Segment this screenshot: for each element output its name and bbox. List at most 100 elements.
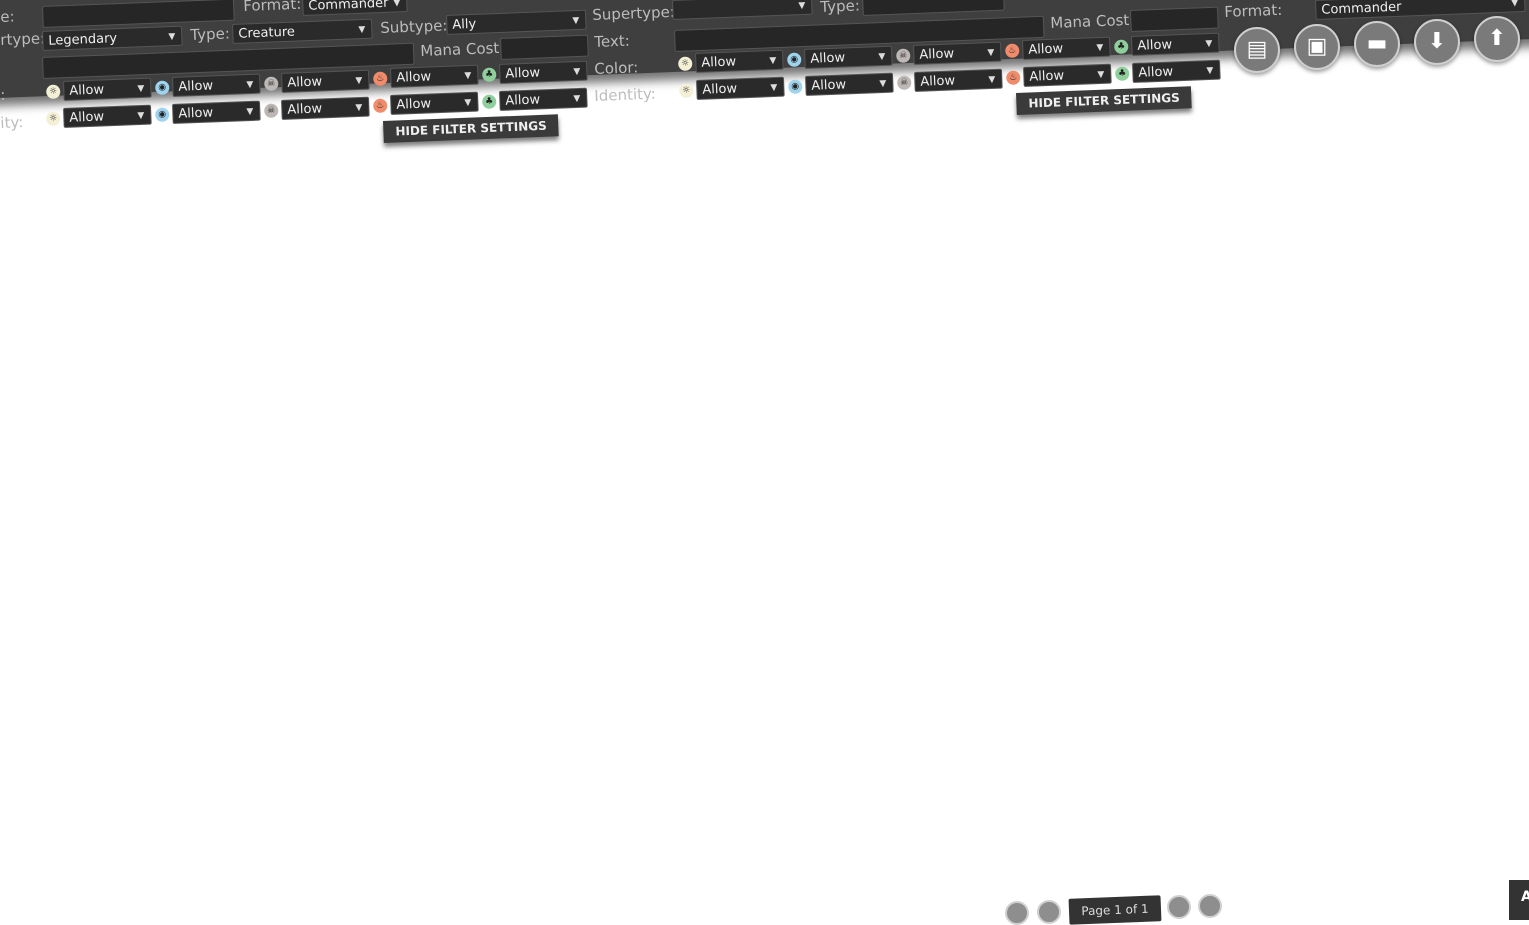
- chevron-down-icon: ▼: [879, 78, 887, 89]
- filter-select-value: Allow: [1029, 68, 1065, 86]
- blue-mana-filter-select[interactable]: Allow ▼: [804, 45, 893, 69]
- blue-mana-filter-select[interactable]: Allow ▼: [805, 72, 894, 96]
- filter-select-value: Allow: [702, 81, 738, 98]
- blue-mana-icon: ◉: [155, 80, 170, 95]
- subtype-label: Subtype:: [380, 16, 448, 37]
- chevron-down-icon: ▼: [770, 82, 778, 94]
- filter-select-value: Allow: [287, 74, 323, 91]
- green-mana-icon: ♣: [1115, 66, 1130, 82]
- red-mana-filter-select[interactable]: Allow ▼: [390, 92, 479, 116]
- hide-filter-settings-button[interactable]: HIDE FILTER SETTINGS: [1016, 86, 1193, 115]
- filter-select-value: Allow: [178, 78, 214, 95]
- format-label: Format:: [1224, 0, 1283, 21]
- black-mana-filter-select[interactable]: Allow ▼: [281, 96, 370, 120]
- format-select-value: Commander: [1321, 0, 1402, 18]
- download-button[interactable]: ⬇: [1414, 19, 1460, 65]
- red-mana-filter-select[interactable]: Allow ▼: [390, 65, 479, 89]
- identity-label: Identity:: [594, 84, 657, 105]
- chevron-down-icon: ▼: [878, 51, 886, 62]
- black-mana-filter-select[interactable]: Allow ▼: [281, 69, 370, 93]
- red-mana-filter-select[interactable]: Allow ▼: [1023, 64, 1112, 88]
- corner-button[interactable]: A: [1509, 880, 1529, 920]
- upload-button[interactable]: ⬆: [1474, 16, 1520, 62]
- filter-select-value: Allow: [505, 65, 541, 82]
- black-mana-icon: ☠: [264, 76, 279, 91]
- blue-mana-filter-select[interactable]: Allow ▼: [172, 100, 261, 124]
- white-mana-filter-select[interactable]: Allow ▼: [63, 104, 152, 128]
- black-mana-icon: ☠: [896, 48, 911, 63]
- format-select-value: Commander: [308, 0, 389, 14]
- chevron-down-icon: ▼: [572, 15, 580, 27]
- chevron-down-icon: ▼: [769, 55, 777, 67]
- green-mana-filter-select[interactable]: Allow ▼: [499, 87, 588, 112]
- first-page-button[interactable]: [1005, 901, 1029, 925]
- blue-mana-icon: ◉: [788, 79, 803, 94]
- white-mana-filter-select[interactable]: Allow ▼: [695, 49, 784, 73]
- supertype-label: rtype:: [0, 29, 46, 49]
- chevron-down-icon: ▼: [987, 47, 995, 58]
- filter-select-value: Allow: [396, 69, 432, 87]
- subtype-select-value: Ally: [452, 16, 477, 33]
- black-mana-icon: ☠: [897, 75, 912, 90]
- color-label: :: [0, 85, 6, 104]
- chevron-down-icon: ▼: [1096, 43, 1104, 54]
- name-label: e:: [0, 7, 15, 26]
- save-button[interactable]: ▣: [1294, 24, 1340, 70]
- document-icon: ▤: [1246, 37, 1268, 62]
- prev-page-button[interactable]: [1037, 900, 1061, 924]
- filter-select-value: Allow: [287, 101, 323, 118]
- type-label: Type:: [820, 0, 861, 16]
- chevron-down-icon: ▼: [358, 24, 366, 36]
- black-mana-filter-select[interactable]: Allow ▼: [914, 68, 1003, 92]
- green-mana-icon: ♣: [482, 94, 497, 110]
- decklist-button[interactable]: ▤: [1234, 27, 1280, 73]
- white-mana-icon: ☼: [679, 83, 694, 98]
- type-label: Type:: [190, 24, 231, 44]
- chevron-down-icon: ▼: [137, 110, 145, 122]
- green-mana-filter-select[interactable]: Allow ▼: [499, 60, 588, 85]
- filter-select-value: Allow: [701, 54, 737, 71]
- filter-select-value: Allow: [1137, 37, 1173, 54]
- chevron-down-icon: ▼: [137, 83, 145, 95]
- black-mana-filter-select[interactable]: Allow ▼: [913, 41, 1002, 65]
- white-mana-filter-select[interactable]: Allow ▼: [696, 76, 785, 100]
- filter-select-value: Allow: [69, 109, 105, 126]
- manacost-input[interactable]: [500, 34, 589, 60]
- chevron-down-icon: ▼: [168, 31, 176, 43]
- chevron-down-icon: ▼: [1511, 0, 1519, 9]
- filter-select-value: Allow: [69, 82, 105, 99]
- last-page-button[interactable]: [1198, 894, 1222, 918]
- white-mana-icon: ☼: [46, 84, 61, 99]
- chevron-down-icon: ▼: [573, 67, 581, 78]
- filter-select-value: Allow: [811, 77, 847, 94]
- blue-mana-filter-select[interactable]: Allow ▼: [172, 73, 261, 97]
- green-mana-filter-select[interactable]: Allow ▼: [1132, 59, 1221, 84]
- manacost-input[interactable]: [1130, 6, 1219, 32]
- supertype-select-value: Legendary: [48, 31, 118, 49]
- white-mana-filter-select[interactable]: Allow ▼: [63, 77, 152, 101]
- blue-mana-icon: ◉: [155, 107, 170, 122]
- chevron-down-icon: ▼: [573, 94, 581, 105]
- chevron-down-icon: ▼: [393, 0, 401, 9]
- chevron-down-icon: ▼: [246, 106, 254, 117]
- supertype-label: Supertype:: [592, 2, 676, 24]
- page-indicator: Page 1 of 1: [1068, 895, 1162, 925]
- next-page-button[interactable]: [1167, 895, 1191, 919]
- red-mana-icon: ♨: [373, 98, 388, 114]
- red-mana-icon: ♨: [1006, 70, 1021, 86]
- chevron-down-icon: ▼: [355, 102, 363, 113]
- open-button[interactable]: ▬: [1354, 21, 1400, 67]
- hide-filter-settings-button[interactable]: HIDE FILTER SETTINGS: [383, 114, 560, 143]
- chevron-down-icon: ▼: [988, 74, 996, 85]
- filter-select-value: Allow: [810, 50, 846, 67]
- chevron-down-icon: ▼: [355, 75, 363, 86]
- red-mana-filter-select[interactable]: Allow ▼: [1022, 37, 1111, 61]
- filter-select-value: Allow: [396, 96, 432, 114]
- green-mana-filter-select[interactable]: Allow ▼: [1131, 32, 1220, 57]
- filter-select-value: Allow: [505, 92, 541, 109]
- chevron-down-icon: ▼: [1097, 70, 1105, 81]
- manacost-label: Mana Cost:: [1050, 10, 1135, 32]
- white-mana-icon: ☼: [46, 111, 61, 126]
- manacost-label: Mana Cost:: [420, 38, 505, 60]
- upload-icon: ⬆: [1487, 26, 1507, 51]
